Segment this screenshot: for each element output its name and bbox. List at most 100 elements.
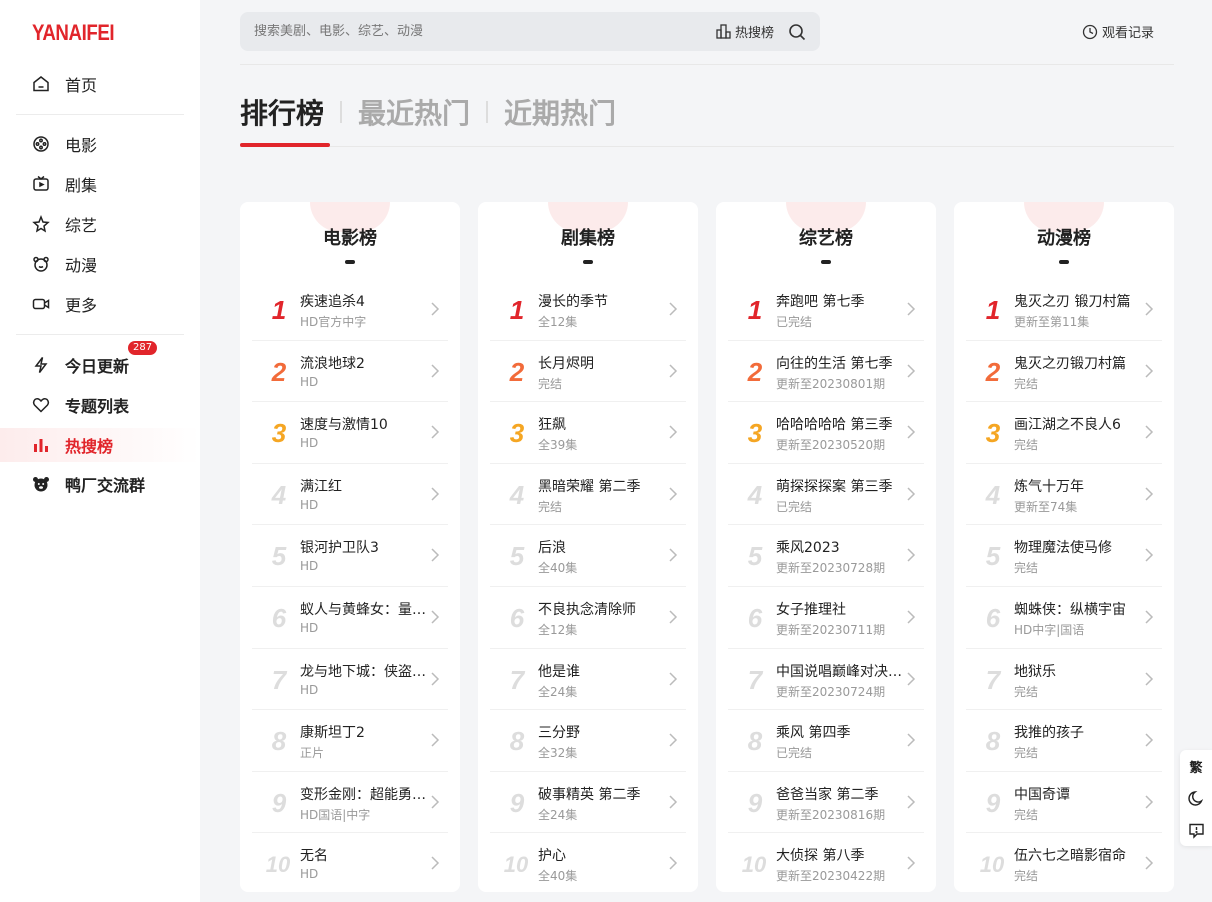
feedback-icon [1188,823,1204,839]
sidebar-item-more[interactable]: 更多 [32,292,97,316]
bar-chart-icon [32,436,50,454]
site-logo[interactable]: YANAIFEI [32,20,115,46]
rank-row[interactable]: 3 画江湖之不良人6 完结 [966,402,1162,464]
rank-row[interactable]: 4 萌探探探案 第三季 已完结 [728,464,924,526]
rank-row[interactable]: 8 我推的孩子 完结 [966,710,1162,772]
rank-row[interactable]: 9 爸爸当家 第二季 更新至20230816期 [728,772,924,834]
chevron-right-icon [431,795,440,809]
tab-ranking[interactable]: 排行榜 [240,92,324,132]
rank-row[interactable]: 10 伍六七之暗影宿命 完结 [966,833,1162,892]
rank-row[interactable]: 3 速度与激情10 HD [252,402,448,464]
ranking-card-movie: 电影榜 1 疾速追杀4 HD官方中字 2 流浪地球2 HD 3 速度与激情10 HD 4 满江红 HD 5… [240,202,460,892]
rank-row[interactable]: 2 长月烬明 完结 [490,341,686,403]
rank-item-status: 更新至20230728期 [776,561,886,576]
sidebar-item-hot-search[interactable]: 热搜榜 [32,433,113,457]
sidebar-item-series[interactable]: 剧集 [32,172,97,196]
rank-row[interactable]: 7 龙与地下城：侠盗荣耀 HD [252,649,448,711]
traditional-chinese-button[interactable]: 繁 [1180,750,1212,782]
rank-number: 9 [509,787,525,818]
rank-row[interactable]: 2 向往的生活 第七季 更新至20230801期 [728,341,924,403]
rank-row[interactable]: 4 黑暗荣耀 第二季 完结 [490,464,686,526]
chevron-right-icon [907,487,916,501]
sidebar-item-movies[interactable]: 电影 [32,132,97,156]
rank-row[interactable]: 5 物理魔法使马修 完结 [966,525,1162,587]
rank-number: 3 [271,418,287,449]
dark-mode-button[interactable] [1180,782,1212,814]
rank-item-title: 物理魔法使马修 [1014,540,1112,557]
rank-item-status: HD官方中字 [300,315,367,329]
search-icon[interactable] [788,23,806,41]
sidebar-item-home[interactable]: 首页 [32,72,97,96]
rank-row[interactable]: 8 乘风 第四季 已完结 [728,710,924,772]
rank-row[interactable]: 1 鬼灭之刃 锻刀村篇 更新至第11集 [966,279,1162,341]
rank-row[interactable]: 10 无名 HD [252,833,448,892]
rank-row[interactable]: 3 哈哈哈哈哈 第三季 更新至20230520期 [728,402,924,464]
rank-item-title: 护心 [538,848,566,865]
rank-item-status: 完结 [1014,438,1039,453]
sidebar-item-anime[interactable]: 动漫 [32,252,97,276]
rank-number: 10 [741,852,767,878]
rank-row[interactable]: 7 地狱乐 完结 [966,649,1162,711]
rank-row[interactable]: 1 奔跑吧 第七季 已完结 [728,279,924,341]
sidebar-item-today-updates[interactable]: 今日更新 287 [32,341,158,377]
chevron-right-icon [1145,302,1154,316]
sidebar-item-variety[interactable]: 综艺 [32,212,97,236]
rank-row[interactable]: 9 变形金刚：超能勇士… HD国语|中字 [252,772,448,834]
rank-row[interactable]: 5 银河护卫队3 HD [252,525,448,587]
rank-item-status: HD中字|国语 [1014,622,1085,637]
sidebar-item-topics[interactable]: 专题列表 [32,393,129,417]
hot-search-button[interactable]: 热搜榜 [716,22,774,41]
rank-item-status: 完结 [1014,746,1039,761]
rank-number: 3 [985,418,1001,449]
rank-row[interactable]: 3 狂飙 全39集 [490,402,686,464]
rank-number: 7 [509,664,525,695]
rank-row[interactable]: 6 蜘蛛侠：纵横宇宙 HD中字|国语 [966,587,1162,649]
rank-item-status: 完结 [1014,807,1039,822]
rank-item-title: 乘风2023 [776,540,840,557]
rank-row[interactable]: 4 炼气十万年 更新至74集 [966,464,1162,526]
rank-row[interactable]: 9 破事精英 第二季 全24集 [490,772,686,834]
sidebar-item-group[interactable]: 鸭厂交流群 [32,472,145,496]
lightning-icon [32,356,50,374]
rank-row[interactable]: 6 不良执念清除师 全12集 [490,587,686,649]
rank-row[interactable]: 5 后浪 全40集 [490,525,686,587]
rank-number: 3 [747,418,763,449]
watch-history-button[interactable]: 观看记录 [1082,22,1154,41]
card-title-dash [583,260,593,264]
rank-row[interactable]: 9 中国奇谭 完结 [966,772,1162,834]
rank-row[interactable]: 7 中国说唱巅峰对决20… 更新至20230724期 [728,649,924,711]
rank-number: 9 [747,787,763,818]
rank-row[interactable]: 7 他是谁 全24集 [490,649,686,711]
rank-item-status: 全40集 [538,561,578,576]
rank-row[interactable]: 6 蚁人与黄蜂女：量子… HD [252,587,448,649]
rank-row[interactable]: 6 女子推理社 更新至20230711期 [728,587,924,649]
rank-item-title: 鬼灭之刃锻刀村篇 [1014,355,1126,372]
hot-search-label: 热搜榜 [734,26,774,41]
rank-row[interactable]: 8 三分野 全32集 [490,710,686,772]
rank-number: 6 [271,602,287,633]
rank-item-title: 他是谁 [538,663,580,680]
tab-trending[interactable]: 近期热门 [504,92,616,132]
card-title: 综艺榜 [799,228,853,249]
rank-row[interactable]: 5 乘风2023 更新至20230728期 [728,525,924,587]
chevron-right-icon [907,302,916,316]
rank-item-title: 画江湖之不良人6 [1014,417,1121,434]
feedback-button[interactable] [1180,814,1212,846]
rank-number: 5 [509,541,525,572]
chevron-right-icon [669,487,678,501]
rank-row[interactable]: 10 大侦探 第八季 更新至20230422期 [728,833,924,892]
rank-item-title: 大侦探 第八季 [776,848,865,865]
search-input[interactable] [254,24,716,39]
rank-row[interactable]: 1 漫长的季节 全12集 [490,279,686,341]
sidebar-item-label: 鸭厂交流群 [65,476,146,495]
chevron-right-icon [669,795,678,809]
rank-row[interactable]: 8 康斯坦丁2 正片 [252,710,448,772]
rank-row[interactable]: 1 疾速追杀4 HD官方中字 [252,279,448,341]
tab-recent-hot[interactable]: 最近热门 [358,92,470,132]
rank-row[interactable]: 2 流浪地球2 HD [252,341,448,403]
rank-row[interactable]: 2 鬼灭之刃锻刀村篇 完结 [966,341,1162,403]
rank-row[interactable]: 4 满江红 HD [252,464,448,526]
rank-item-status: 更新至20230816期 [776,807,886,822]
rank-row[interactable]: 10 护心 全40集 [490,833,686,892]
rank-item-status: 更新至20230724期 [776,684,886,699]
